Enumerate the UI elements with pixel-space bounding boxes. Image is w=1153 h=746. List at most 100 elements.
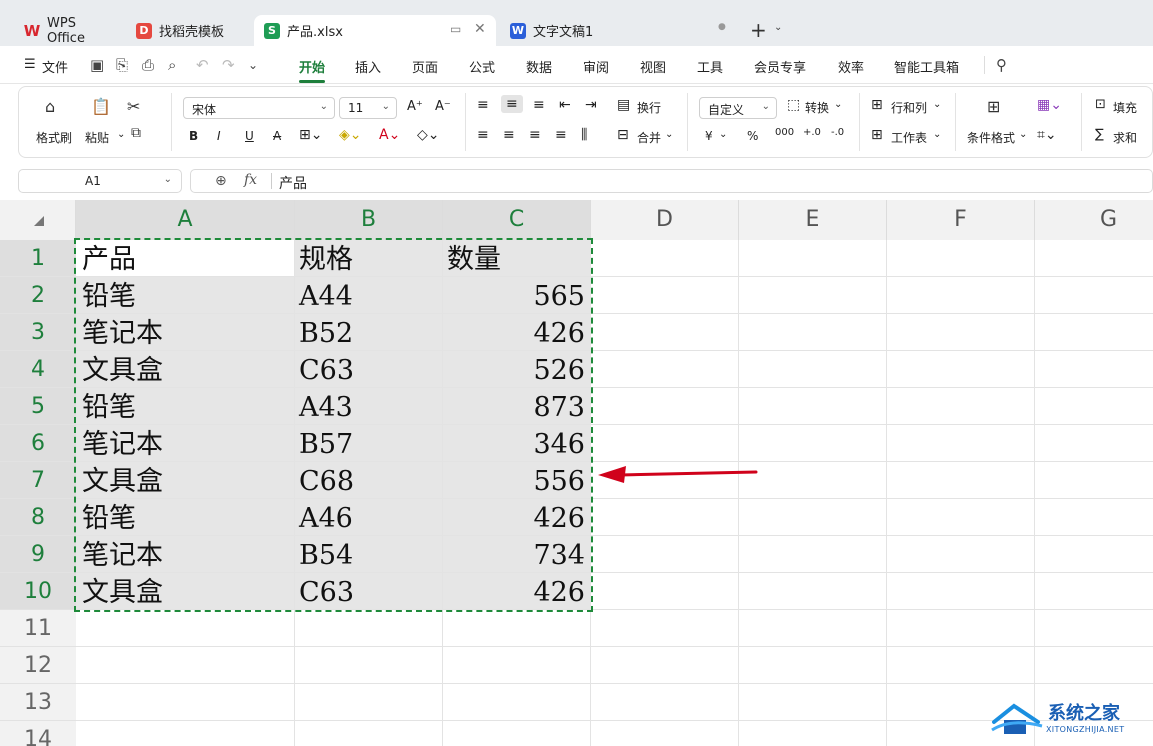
rows-cols-icon[interactable]: ⊞ [871, 97, 883, 113]
zoom-icon[interactable]: ⊕ [215, 173, 227, 189]
column-header-a[interactable]: A [76, 200, 295, 240]
sum-icon[interactable]: ∑ [1095, 127, 1104, 142]
menu-formula[interactable]: 公式 [469, 57, 495, 76]
cut-icon[interactable]: ✂ [127, 97, 140, 116]
menu-tools[interactable]: 工具 [697, 57, 723, 76]
print-icon[interactable]: ⎙ [142, 56, 154, 74]
wrap-text-button[interactable]: 换行 [637, 99, 661, 116]
row-header[interactable]: 14 [0, 721, 76, 746]
row-header[interactable]: 4 [0, 351, 76, 388]
align-right-icon[interactable]: ≡ [529, 127, 541, 143]
share-icon[interactable]: ⎘ [116, 56, 128, 74]
align-middle-icon[interactable]: ≡ [501, 95, 523, 113]
align-center-icon[interactable]: ≡ [503, 127, 515, 143]
merge-icon[interactable]: ⊟ [617, 127, 629, 143]
column-header-f[interactable]: F [887, 200, 1035, 240]
align-top-icon[interactable]: ≡ [477, 97, 489, 113]
convert-button[interactable]: 转换 [805, 99, 829, 116]
save-icon[interactable]: ▣ [90, 56, 104, 74]
wrap-icon[interactable]: ▤ [617, 97, 630, 113]
hamburger-icon[interactable]: ☰ [24, 57, 36, 72]
strikethrough-button[interactable]: A [273, 129, 281, 143]
conditional-format-button[interactable]: 条件格式 [967, 129, 1015, 146]
menu-home[interactable]: 开始 [299, 57, 325, 76]
search-icon[interactable]: ⚲ [996, 56, 1007, 74]
indent-increase-icon[interactable]: ⇥ [585, 97, 597, 113]
bold-button[interactable]: B [189, 129, 198, 143]
chevron-down-icon[interactable]: ⌄ [933, 129, 941, 140]
name-box[interactable]: A1 ⌄ [18, 169, 182, 193]
menu-view[interactable]: 视图 [640, 57, 666, 76]
chevron-down-icon[interactable]: ⌄ [719, 129, 727, 140]
paste-button[interactable]: 粘贴 [85, 129, 109, 146]
formula-input[interactable]: ⊕ fx 产品 [190, 169, 1153, 193]
font-name-select[interactable]: 宋体 ⌄ [183, 97, 335, 119]
column-header-g[interactable]: G [1035, 200, 1153, 240]
menu-member[interactable]: 会员专享 [754, 57, 806, 76]
tab-document[interactable]: W 文字文稿1 ● [500, 15, 736, 46]
redo-icon[interactable]: ↷ [222, 56, 235, 74]
spreadsheet-grid[interactable]: A B C D E F G 1 2 3 4 5 6 7 8 9 10 11 12 13 14 产品 规格 数量… [0, 200, 1153, 746]
row-header[interactable]: 12 [0, 647, 76, 684]
conditional-format-icon[interactable]: ⊞ [987, 97, 1000, 116]
menu-file[interactable]: 文件 [42, 57, 68, 76]
close-icon[interactable]: ✕ [474, 21, 486, 37]
column-header-b[interactable]: B [295, 200, 443, 240]
copy-icon[interactable]: ⧉ [131, 125, 141, 141]
row-header[interactable]: 6 [0, 425, 76, 462]
italic-button[interactable]: I [217, 129, 221, 143]
paste-icon[interactable]: 📋 [91, 97, 111, 116]
formula-content[interactable]: 产品 [279, 173, 307, 193]
chevron-down-icon[interactable]: ⌄ [933, 99, 941, 110]
thousands-separator-button[interactable]: 000 [775, 127, 794, 138]
format-painter-button[interactable]: 格式刷 [36, 129, 72, 146]
increase-font-icon[interactable]: A⁺ [407, 99, 423, 114]
row-header[interactable]: 8 [0, 499, 76, 536]
row-header[interactable]: 11 [0, 610, 76, 647]
rows-cols-button[interactable]: 行和列 [891, 99, 927, 116]
number-format-select[interactable]: 自定义 ⌄ [699, 97, 777, 119]
chevron-down-icon[interactable]: ⌄ [774, 22, 782, 33]
column-header-e[interactable]: E [739, 200, 887, 240]
print-preview-icon[interactable]: ⌕ [168, 56, 176, 74]
row-header[interactable]: 7 [0, 462, 76, 499]
distributed-icon[interactable]: ⫼ [581, 127, 587, 143]
decrease-font-icon[interactable]: A⁻ [435, 99, 451, 114]
menu-efficiency[interactable]: 效率 [838, 57, 864, 76]
fill-icon[interactable]: ⊡ [1095, 97, 1106, 112]
more-dropdown-icon[interactable]: ⌄ [248, 58, 258, 72]
row-header[interactable]: 3 [0, 314, 76, 351]
menu-insert[interactable]: 插入 [355, 57, 381, 76]
undo-icon[interactable]: ↶ [196, 56, 209, 74]
font-color-icon[interactable]: A⌄ [379, 127, 400, 143]
crop-icon[interactable]: ⌗⌄ [1037, 127, 1057, 143]
sum-button[interactable]: 求和 [1113, 129, 1137, 146]
chevron-down-icon[interactable]: ⌄ [665, 129, 673, 140]
fill-button[interactable]: 填充 [1113, 99, 1137, 116]
row-header[interactable]: 2 [0, 277, 76, 314]
row-header[interactable]: 1 [0, 240, 76, 277]
increase-decimal-button[interactable]: +.0 [803, 127, 821, 138]
row-header[interactable]: 9 [0, 536, 76, 573]
indent-decrease-icon[interactable]: ⇤ [559, 97, 571, 113]
tab-spreadsheet[interactable]: S 产品.xlsx ▭ ✕ [254, 15, 496, 46]
new-tab-plus-icon[interactable]: + [750, 18, 767, 42]
currency-button[interactable]: ¥ [705, 129, 713, 143]
border-icon[interactable]: ⊞⌄ [299, 127, 322, 143]
fx-icon[interactable]: fx [244, 172, 257, 188]
tab-wps-office[interactable]: W WPS Office [14, 15, 122, 46]
row-header[interactable]: 5 [0, 388, 76, 425]
align-bottom-icon[interactable]: ≡ [533, 97, 545, 113]
align-left-icon[interactable]: ≡ [477, 127, 489, 143]
fill-color-icon[interactable]: ◈⌄ [339, 127, 362, 143]
chevron-down-icon[interactable]: ⌄ [1019, 129, 1027, 140]
worksheet-icon[interactable]: ⊞ [871, 127, 883, 143]
window-icon[interactable]: ▭ [450, 22, 461, 36]
clear-format-icon[interactable]: ◇⌄ [417, 127, 440, 143]
menu-page[interactable]: 页面 [412, 57, 438, 76]
merge-cells-button[interactable]: 合并 [637, 129, 661, 146]
cell-style-icon[interactable]: ▦⌄ [1037, 97, 1062, 113]
decrease-decimal-button[interactable]: -.0 [831, 127, 844, 138]
menu-smart-toolbox[interactable]: 智能工具箱 [894, 57, 959, 76]
worksheet-button[interactable]: 工作表 [891, 129, 927, 146]
